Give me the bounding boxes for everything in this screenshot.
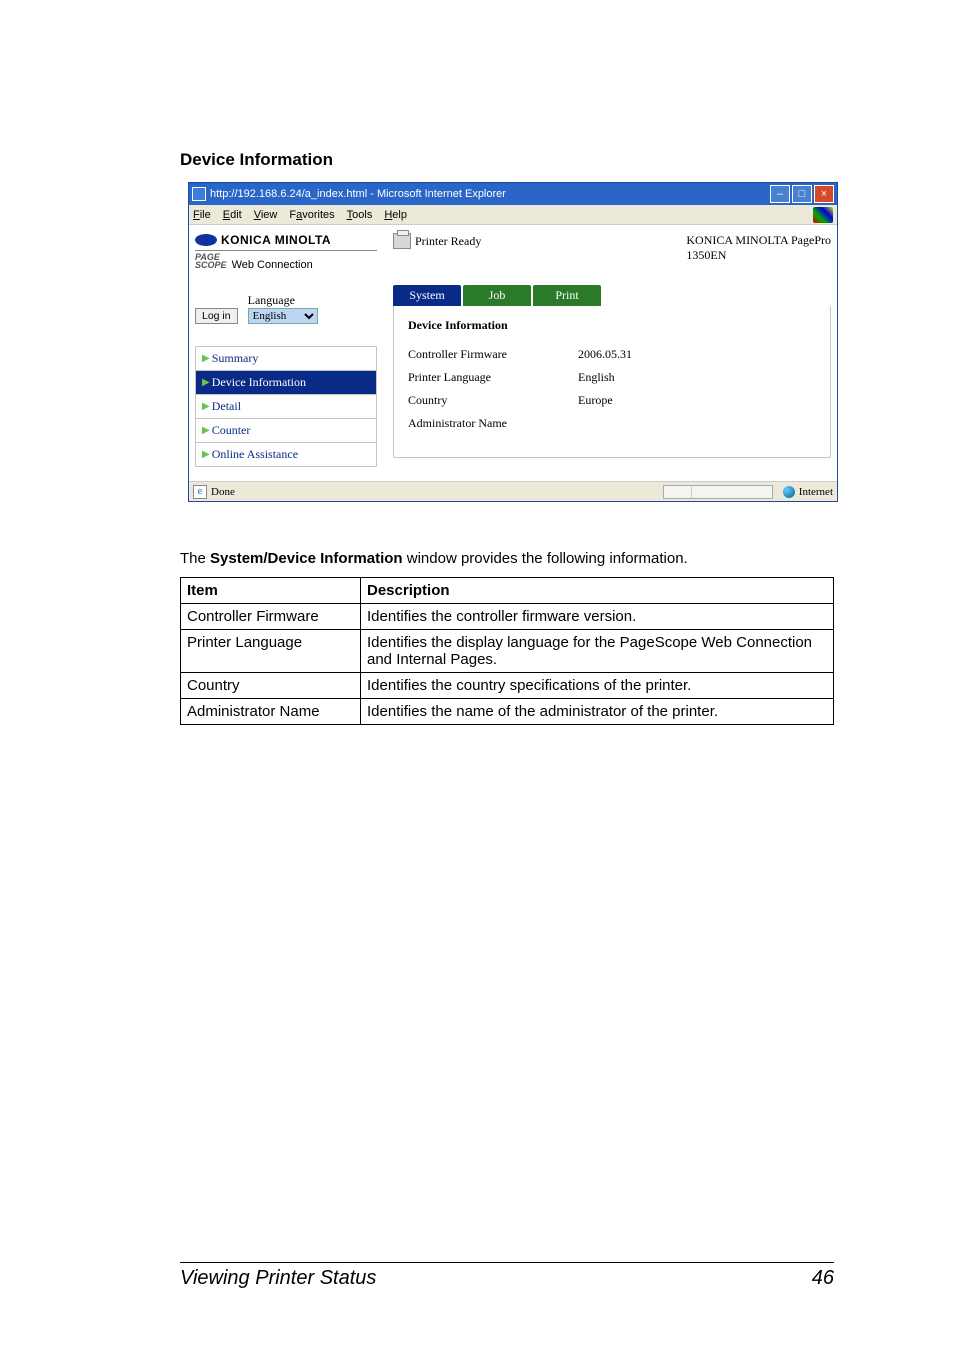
zone-text: Internet bbox=[799, 486, 833, 498]
caption: The System/Device Information window pro… bbox=[180, 550, 834, 567]
table-row: Country Identifies the country specifica… bbox=[181, 673, 834, 699]
table-row: Controller Firmware Identifies the contr… bbox=[181, 604, 834, 630]
arrow-icon: ▶ bbox=[202, 425, 210, 436]
section-heading: Device Information bbox=[180, 150, 834, 170]
panel-title: Device Information bbox=[408, 318, 816, 333]
window-title: http://192.168.6.24/a_index.html - Micro… bbox=[210, 188, 770, 200]
window-titlebar: http://192.168.6.24/a_index.html - Micro… bbox=[189, 183, 837, 205]
tab-system[interactable]: System bbox=[393, 285, 461, 306]
menu-favorites[interactable]: Favorites bbox=[289, 209, 334, 221]
language-select[interactable]: English bbox=[248, 308, 318, 324]
menu-bar: File Edit View Favorites Tools Help bbox=[189, 205, 837, 225]
row-printer-language: Printer LanguageEnglish bbox=[408, 370, 816, 385]
pagescope-icon: PAGESCOPE bbox=[195, 253, 227, 269]
model-name: KONICA MINOLTA PagePro 1350EN bbox=[686, 233, 831, 263]
menu-edit[interactable]: Edit bbox=[223, 209, 242, 221]
table-row: Printer Language Identifies the display … bbox=[181, 630, 834, 673]
ie-window: http://192.168.6.24/a_index.html - Micro… bbox=[188, 182, 838, 502]
status-text: Done bbox=[211, 486, 235, 498]
arrow-icon: ▶ bbox=[202, 377, 210, 388]
info-table: Item Description Controller Firmware Ide… bbox=[180, 577, 834, 725]
tab-job[interactable]: Job bbox=[463, 285, 531, 306]
menu-tools[interactable]: Tools bbox=[347, 209, 373, 221]
nav-counter[interactable]: ▶Counter bbox=[196, 419, 376, 443]
cell-item: Country bbox=[181, 673, 361, 699]
cell-item: Printer Language bbox=[181, 630, 361, 673]
cell-desc: Identifies the country specifications of… bbox=[361, 673, 834, 699]
th-item: Item bbox=[181, 578, 361, 604]
screenshot: http://192.168.6.24/a_index.html - Micro… bbox=[188, 182, 838, 502]
device-info-panel: Device Information Controller Firmware20… bbox=[393, 306, 831, 458]
language-label: Language bbox=[248, 293, 318, 308]
tab-print[interactable]: Print bbox=[533, 285, 601, 306]
done-icon: e bbox=[193, 485, 207, 499]
menu-help[interactable]: Help bbox=[384, 209, 407, 221]
row-admin-name: Administrator Name bbox=[408, 416, 816, 431]
arrow-icon: ▶ bbox=[202, 401, 210, 412]
arrow-icon: ▶ bbox=[202, 353, 210, 364]
table-header-row: Item Description bbox=[181, 578, 834, 604]
cell-item: Administrator Name bbox=[181, 699, 361, 725]
printer-status: Printer Ready bbox=[415, 234, 481, 249]
right-column: Printer Ready KONICA MINOLTA PagePro 135… bbox=[377, 231, 831, 467]
tabs: System Job Print bbox=[393, 285, 831, 306]
maximize-button[interactable]: □ bbox=[792, 185, 812, 203]
progress-placeholder bbox=[663, 485, 773, 499]
brand-mark-icon bbox=[195, 234, 217, 246]
side-nav: ▶Summary ▶Device Information ▶Detail ▶Co… bbox=[195, 346, 377, 467]
left-column: KONICA MINOLTA PAGESCOPE Web Connection … bbox=[195, 231, 377, 467]
arrow-icon: ▶ bbox=[202, 449, 210, 460]
th-description: Description bbox=[361, 578, 834, 604]
login-button[interactable]: Log in bbox=[195, 308, 238, 324]
menu-view[interactable]: View bbox=[254, 209, 278, 221]
printer-icon bbox=[393, 233, 411, 249]
nav-device-information[interactable]: ▶Device Information bbox=[196, 371, 376, 395]
cell-desc: Identifies the display language for the … bbox=[361, 630, 834, 673]
page-body: KONICA MINOLTA PAGESCOPE Web Connection … bbox=[189, 225, 837, 481]
globe-icon bbox=[783, 486, 795, 498]
subbrand-text: Web Connection bbox=[232, 259, 313, 271]
close-button[interactable]: × bbox=[814, 185, 834, 203]
footer-section-title: Viewing Printer Status bbox=[180, 1267, 376, 1290]
status-bar: e Done Internet bbox=[189, 481, 837, 501]
brand-text: KONICA MINOLTA bbox=[221, 233, 331, 247]
nav-detail[interactable]: ▶Detail bbox=[196, 395, 376, 419]
subbrand: PAGESCOPE Web Connection bbox=[195, 251, 377, 277]
ie-icon bbox=[192, 187, 206, 201]
minimize-button[interactable]: ‒ bbox=[770, 185, 790, 203]
table-row: Administrator Name Identifies the name o… bbox=[181, 699, 834, 725]
nav-summary[interactable]: ▶Summary bbox=[196, 347, 376, 371]
page-footer: Viewing Printer Status 46 bbox=[180, 1262, 834, 1290]
nav-online-assistance[interactable]: ▶Online Assistance bbox=[196, 443, 376, 466]
cell-item: Controller Firmware bbox=[181, 604, 361, 630]
row-country: CountryEurope bbox=[408, 393, 816, 408]
page-number: 46 bbox=[812, 1267, 834, 1290]
cell-desc: Identifies the name of the administrator… bbox=[361, 699, 834, 725]
cell-desc: Identifies the controller firmware versi… bbox=[361, 604, 834, 630]
windows-flag-icon bbox=[813, 207, 833, 223]
brand-logo: KONICA MINOLTA bbox=[195, 231, 377, 251]
menu-file[interactable]: File bbox=[193, 209, 211, 221]
row-controller-firmware: Controller Firmware2006.05.31 bbox=[408, 347, 816, 362]
